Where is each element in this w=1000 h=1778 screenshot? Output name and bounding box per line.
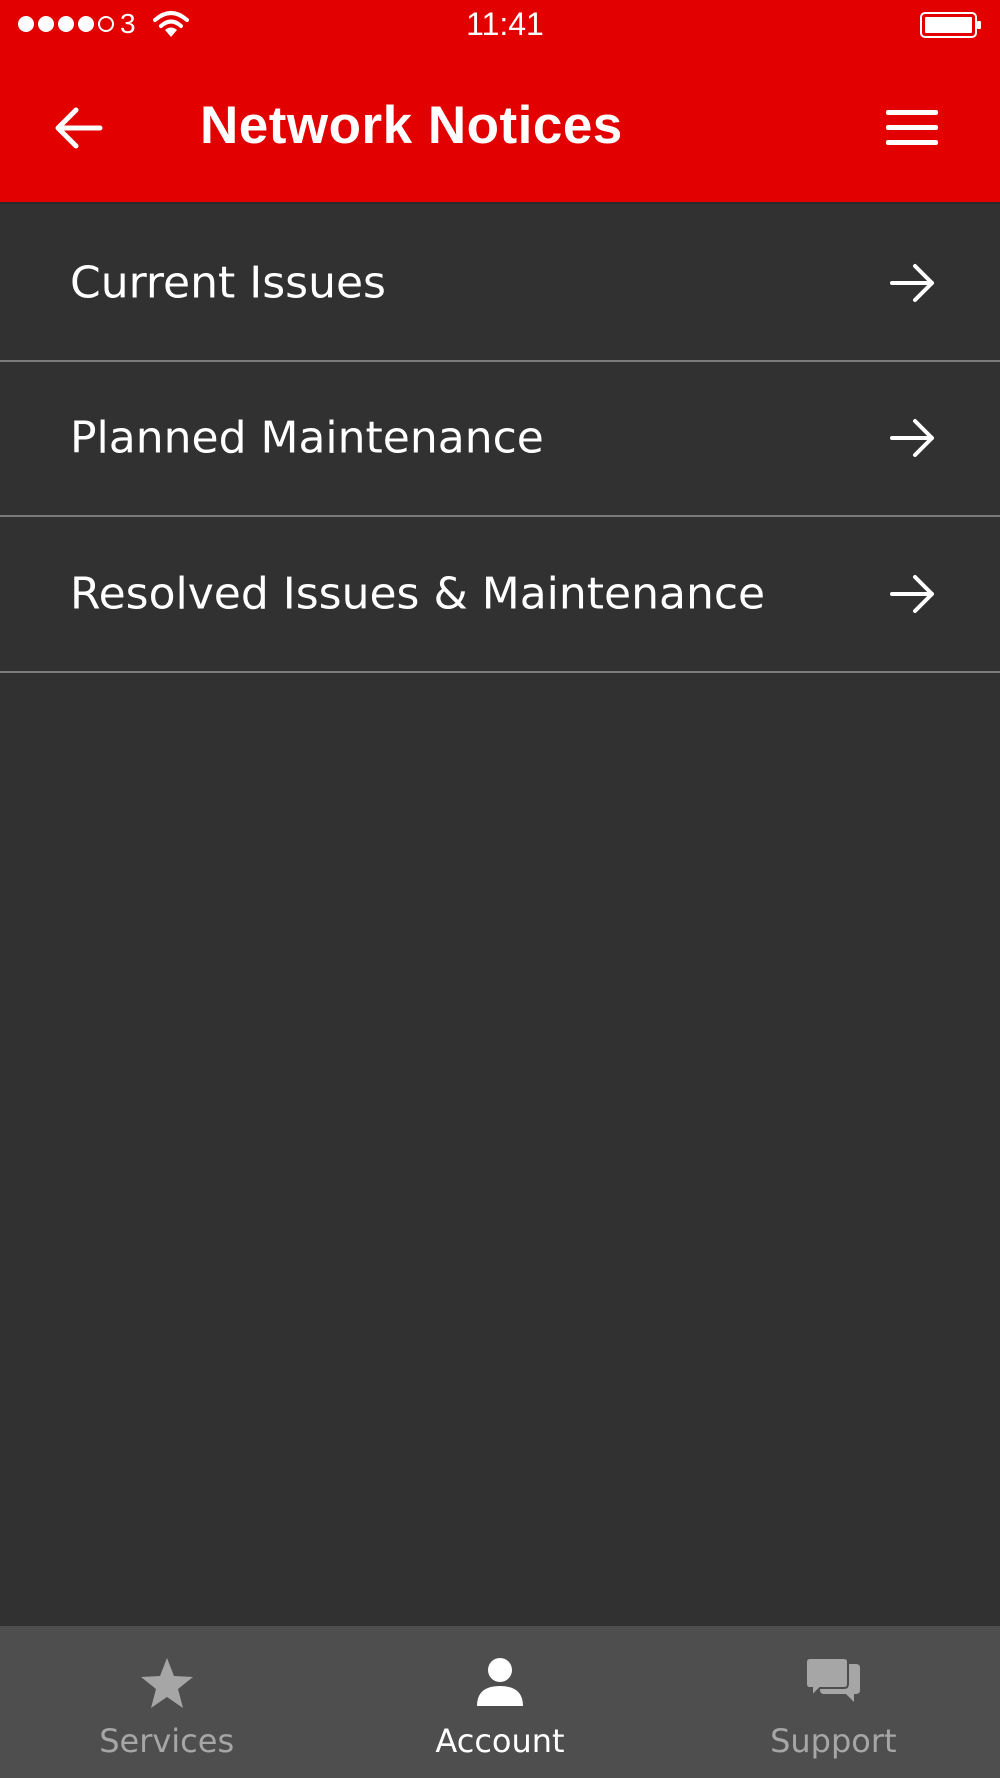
star-icon <box>140 1658 193 1708</box>
app-header: Network Notices <box>0 50 1000 204</box>
chat-bubbles-icon <box>805 1657 861 1702</box>
battery-icon <box>920 12 981 38</box>
list-item-resolved-issues[interactable]: Resolved Issues & Maintenance <box>0 517 1000 673</box>
list-item-label: Current Issues <box>70 257 386 309</box>
page-title: Network Notices <box>200 96 623 155</box>
hamburger-menu-icon[interactable] <box>886 108 938 148</box>
list-item-label: Resolved Issues & Maintenance <box>70 568 766 620</box>
arrow-right-icon <box>890 263 934 302</box>
status-bar: 3 11:41 <box>0 0 1000 50</box>
list-item-label: Planned Maintenance <box>70 412 544 464</box>
arrow-right-icon <box>890 419 934 458</box>
back-arrow-icon[interactable] <box>48 98 108 158</box>
tab-label: Services <box>99 1722 235 1760</box>
notices-list: Current Issues Planned Maintenance Resol… <box>0 206 1000 673</box>
tab-support[interactable]: Support <box>667 1626 1000 1778</box>
tab-account[interactable]: Account <box>333 1626 666 1778</box>
tab-label: Support <box>770 1722 897 1760</box>
bottom-tab-bar: Services Account Support <box>0 1626 1000 1778</box>
list-item-planned-maintenance[interactable]: Planned Maintenance <box>0 362 1000 517</box>
arrow-right-icon <box>890 574 934 613</box>
person-icon <box>476 1658 523 1706</box>
tab-label: Account <box>435 1722 565 1760</box>
tab-services[interactable]: Services <box>0 1626 333 1778</box>
status-time: 11:41 <box>466 6 544 42</box>
list-item-current-issues[interactable]: Current Issues <box>0 206 1000 362</box>
